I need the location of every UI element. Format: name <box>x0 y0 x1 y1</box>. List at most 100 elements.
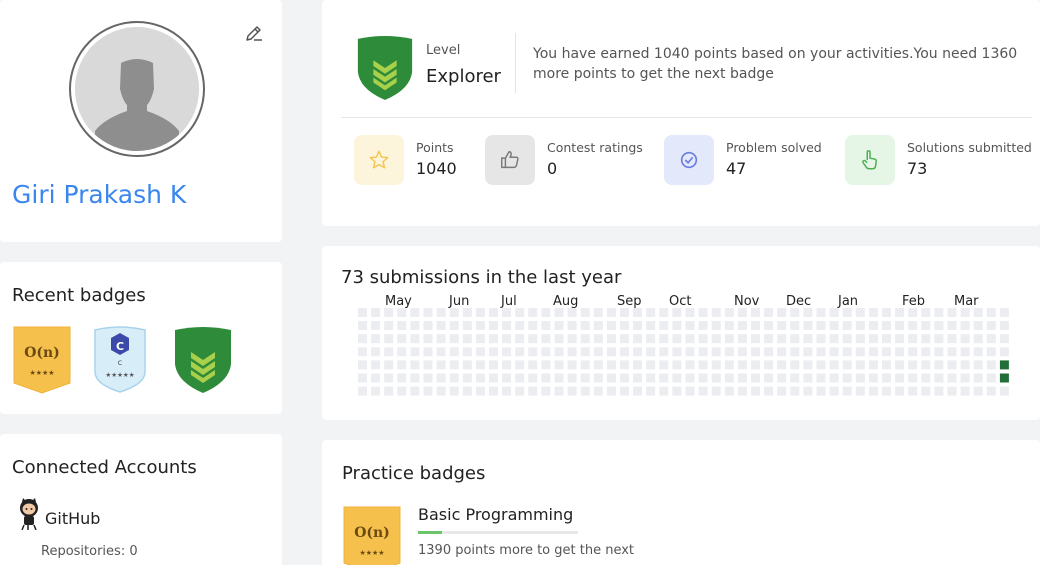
month-label: Jun <box>449 294 470 309</box>
heatmap-cell <box>449 308 459 317</box>
heatmap-cell <box>672 386 682 396</box>
heatmap-cell <box>764 386 774 396</box>
heatmap-cell <box>934 321 944 331</box>
heatmap-cell <box>475 334 485 344</box>
heatmap-cell <box>803 334 813 344</box>
heatmap-cell <box>620 360 629 370</box>
heatmap-cell <box>855 360 865 370</box>
c-language-badge-icon[interactable]: C C ★★★★★ <box>91 326 149 394</box>
heatmap-cell <box>528 334 538 344</box>
heatmap-cell <box>633 321 643 331</box>
heatmap-cell <box>777 373 787 383</box>
heatmap-cell <box>593 308 603 317</box>
heatmap-cell <box>882 334 891 344</box>
heatmap-cell <box>764 334 774 344</box>
heatmap-cell <box>410 308 420 317</box>
solutions-submitted-value: 73 <box>907 159 928 178</box>
heatmap-cell <box>475 386 485 396</box>
heatmap-cell <box>895 386 905 396</box>
heatmap-cell <box>449 347 459 357</box>
heatmap-cell <box>580 321 590 331</box>
heatmap-cell <box>751 347 760 357</box>
heatmap-cell <box>606 347 616 357</box>
heatmap-cell <box>711 308 721 317</box>
svg-text:O(n): O(n) <box>24 345 60 361</box>
heatmap-cell <box>895 308 905 317</box>
heatmap-cell <box>999 360 1009 370</box>
heatmap-cell <box>947 334 957 344</box>
heatmap-cell <box>554 321 564 331</box>
explorer-shield-badge-icon[interactable] <box>171 324 235 394</box>
heatmap-cell <box>606 373 616 383</box>
heatmap-cell <box>724 334 734 344</box>
heatmap-cell <box>842 373 852 383</box>
heatmap-cell <box>777 360 787 370</box>
heatmap-cell <box>436 360 446 370</box>
heatmap-cell <box>502 334 512 344</box>
heatmap-cell <box>580 386 590 396</box>
heatmap-cell <box>855 321 865 331</box>
heatmap-cell <box>842 360 852 370</box>
heatmap-cell <box>449 321 459 331</box>
heatmap-cell <box>646 347 656 357</box>
heatmap-cell <box>921 334 931 344</box>
heatmap-cell <box>384 308 394 317</box>
heatmap-cell <box>751 308 760 317</box>
heatmap-cell <box>868 321 878 331</box>
heatmap-cell <box>908 321 918 331</box>
heatmap-cell <box>384 386 394 396</box>
level-value: Explorer <box>426 66 501 87</box>
heatmap-cell <box>515 360 525 370</box>
heatmap-cell <box>803 321 813 331</box>
heatmap-cell <box>580 334 590 344</box>
heatmap-cell <box>554 308 564 317</box>
heatmap-cell <box>371 321 381 331</box>
contribution-grid <box>358 308 1009 396</box>
heatmap-cell <box>751 321 760 331</box>
heatmap-cell <box>659 360 669 370</box>
big-o-badge-icon[interactable]: O(n) ★★★★ <box>12 325 72 394</box>
heatmap-cell <box>672 373 682 383</box>
heatmap-cell <box>646 373 656 383</box>
heatmap-cell <box>502 373 512 383</box>
heatmap-cell <box>593 360 603 370</box>
heatmap-cell <box>751 373 760 383</box>
heatmap-cell <box>751 360 760 370</box>
heatmap-cell <box>986 386 996 396</box>
heatmap-cell <box>868 347 878 357</box>
heatmap-cell <box>475 373 485 383</box>
heatmap-cell <box>397 360 407 370</box>
edit-pencil-icon[interactable] <box>243 22 265 44</box>
problem-solved-label: Problem solved <box>726 140 822 155</box>
heatmap-cell <box>960 373 970 383</box>
heatmap-cell <box>973 334 983 344</box>
heatmap-cell <box>528 347 538 357</box>
github-label[interactable]: GitHub <box>45 509 100 528</box>
heatmap-cell <box>842 347 852 357</box>
month-label: Mar <box>954 294 979 309</box>
heatmap-cell <box>999 321 1009 331</box>
heatmap-cell <box>502 321 512 331</box>
heatmap-cell <box>423 308 433 317</box>
heatmap-cell <box>724 386 734 396</box>
problem-solved-value: 47 <box>726 159 747 178</box>
heatmap-cell <box>790 373 800 383</box>
heatmap-cell <box>868 308 878 317</box>
connected-accounts-title: Connected Accounts <box>12 457 197 478</box>
user-name: Giri Prakash K <box>12 180 187 209</box>
basic-programming-badge-icon[interactable]: O(n) ★★★★ <box>342 505 402 565</box>
heatmap-cell <box>358 308 367 317</box>
github-octocat-icon <box>20 498 38 530</box>
heatmap-cell <box>960 347 970 357</box>
month-label: Dec <box>786 294 812 309</box>
heatmap-cell <box>436 334 446 344</box>
points-value: 1040 <box>416 159 457 178</box>
practice-badge-name[interactable]: Basic Programming <box>418 505 573 524</box>
heatmap-cell <box>371 347 381 357</box>
heatmap-cell <box>711 347 721 357</box>
heatmap-cell <box>606 386 616 396</box>
heatmap-cell <box>816 321 826 331</box>
heatmap-cell <box>593 321 603 331</box>
month-label: Feb <box>902 294 926 309</box>
heatmap-cell <box>777 386 787 396</box>
